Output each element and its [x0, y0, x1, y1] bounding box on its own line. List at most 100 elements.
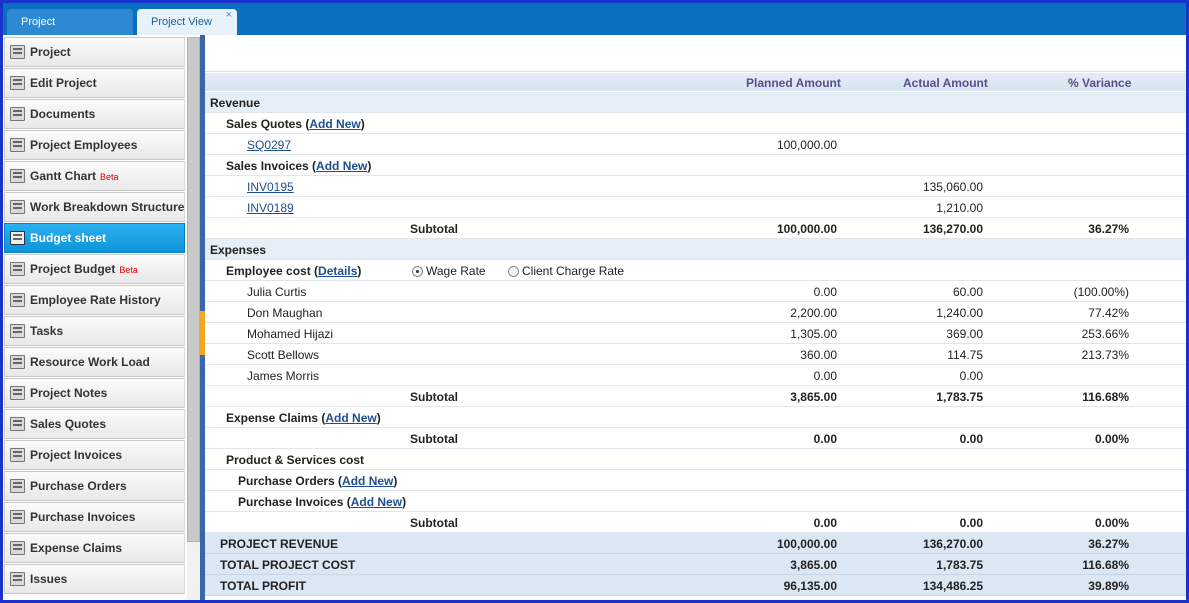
total-label: TOTAL PROJECT COST [220, 558, 356, 572]
actual-cell: 134,486.25 [922, 579, 983, 593]
employee-name: Don Maughan [247, 306, 323, 320]
sidebar-item-label: Project Employees [30, 138, 138, 152]
employees-icon [10, 138, 25, 152]
employee-name: Julia Curtis [247, 285, 307, 299]
sidebar-scrollbar-thumb[interactable] [187, 37, 200, 542]
actual-cell: 1,783.75 [936, 558, 983, 572]
actual-cell: 0.00 [959, 369, 983, 383]
actual-cell: 1,210.00 [936, 201, 983, 215]
section-row-revenue: Revenue [205, 92, 1186, 113]
variance-cell: 39.89% [1088, 579, 1129, 593]
subtotal-label: Subtotal [410, 432, 458, 446]
sales-quotes-icon [10, 417, 25, 431]
workload-icon [10, 355, 25, 369]
sidebar-item-project-employees[interactable]: Project Employees [4, 130, 185, 160]
variance-cell: 36.27% [1088, 537, 1129, 551]
group-label: Sales Invoices ( [226, 159, 317, 173]
variance-cell: 116.68% [1082, 558, 1129, 572]
add-expense-claim-link[interactable]: Add New [325, 411, 376, 425]
sidebar-item-label: Purchase Invoices [30, 510, 136, 524]
sidebar-item-label: Tasks [30, 324, 64, 338]
radio-unselected-icon[interactable] [508, 266, 519, 277]
section-label: Revenue [210, 96, 261, 110]
issues-icon [10, 572, 25, 586]
variance-cell: 116.68% [1082, 390, 1129, 404]
group-row-product-services: Product & Services cost [205, 449, 1186, 470]
sidebar-item-gantt-chart[interactable]: Gantt Chart Beta [4, 161, 185, 191]
planned-cell: 0.00 [813, 369, 837, 383]
sidebar-item-resource-work-load[interactable]: Resource Work Load [4, 347, 185, 377]
variance-cell: 213.73% [1081, 348, 1129, 362]
close-icon[interactable]: × [226, 3, 232, 28]
planned-cell: 360.00 [800, 348, 837, 362]
variance-cell: 77.42% [1088, 306, 1129, 320]
group-row-purchase-orders: Purchase Orders (Add New) [205, 470, 1186, 491]
sidebar-item-label: Expense Claims [30, 541, 123, 555]
subtotal-row-employee-cost: Subtotal 3,865.00 1,783.75 116.68% [205, 386, 1186, 407]
group-row-purchase-invoices: Purchase Invoices (Add New) [205, 491, 1186, 512]
documents-icon [10, 107, 25, 121]
sidebar-item-tasks[interactable]: Tasks [4, 316, 185, 346]
sidebar-item-project[interactable]: Project [4, 37, 185, 67]
subtotal-row-expense-claims: Subtotal 0.00 0.00 0.00% [205, 428, 1186, 449]
wage-rate-option[interactable]: Wage Rate [412, 264, 486, 278]
tab-project-view[interactable]: Project View × [137, 9, 237, 35]
group-row-expense-claims: Expense Claims (Add New) [205, 407, 1186, 428]
planned-cell: 1,305.00 [790, 327, 837, 341]
total-row-project-cost: TOTAL PROJECT COST 3,865.00 1,783.75 116… [205, 554, 1186, 575]
sidebar-item-sales-quotes[interactable]: Sales Quotes [4, 409, 185, 439]
actual-cell: 1,783.75 [936, 390, 983, 404]
sidebar-item-purchase-invoices[interactable]: Purchase Invoices [4, 502, 185, 532]
total-row-profit: TOTAL PROFIT 96,135.00 134,486.25 39.89% [205, 575, 1186, 596]
header-variance: % Variance [1068, 76, 1132, 90]
sidebar-item-issues[interactable]: Issues [4, 564, 185, 594]
planned-cell: 100,000.00 [776, 222, 837, 236]
planned-cell: 0.00 [813, 516, 837, 530]
employee-cost-details-link[interactable]: Details [318, 264, 357, 278]
client-charge-rate-option[interactable]: Client Charge Rate [508, 264, 624, 278]
sidebar-item-documents[interactable]: Documents [4, 99, 185, 129]
radio-selected-icon[interactable] [412, 266, 423, 277]
sidebar-item-label: Issues [30, 572, 68, 586]
sales-invoice-link[interactable]: INV0189 [247, 201, 294, 215]
add-purchase-invoice-link[interactable]: Add New [351, 495, 402, 509]
add-sales-quote-link[interactable]: Add New [309, 117, 360, 131]
subtotal-label: Subtotal [410, 516, 458, 530]
add-sales-invoice-link[interactable]: Add New [316, 159, 367, 173]
table-row: James Morris 0.00 0.00 [205, 365, 1186, 386]
sidebar-item-employee-rate-history[interactable]: Employee Rate History [4, 285, 185, 315]
actual-cell: 136,270.00 [922, 222, 983, 236]
sidebar-item-wbs[interactable]: Work Breakdown Structure [4, 192, 185, 222]
rate-history-icon [10, 293, 25, 307]
purchase-invoices-icon [10, 510, 25, 524]
tab-label: Project View [151, 16, 212, 28]
planned-cell: 3,865.00 [790, 558, 837, 572]
group-label: Purchase Orders ( [238, 474, 343, 488]
client-charge-rate-label: Client Charge Rate [522, 264, 625, 278]
subtotal-row-product-services: Subtotal 0.00 0.00 0.00% [205, 512, 1186, 533]
sidebar-item-label: Work Breakdown Structure [30, 200, 185, 214]
sidebar-item-project-budget[interactable]: Project Budget Beta [4, 254, 185, 284]
sidebar-item-project-notes[interactable]: Project Notes [4, 378, 185, 408]
sales-invoice-link[interactable]: INV0195 [247, 180, 294, 194]
sales-quote-link[interactable]: SQ0297 [247, 138, 291, 152]
sidebar-item-expense-claims[interactable]: Expense Claims [4, 533, 185, 563]
app-window: Project Management Project View × Projec… [0, 0, 1189, 603]
group-label-close: ) [376, 411, 381, 425]
sidebar-item-edit-project[interactable]: Edit Project [4, 68, 185, 98]
group-row-employee-cost: Employee cost (Details) Wage Rate Client… [205, 260, 1186, 281]
variance-cell: (100.00%) [1073, 285, 1129, 299]
sidebar-item-label: Sales Quotes [30, 417, 107, 431]
sidebar-item-purchase-orders[interactable]: Purchase Orders [4, 471, 185, 501]
add-purchase-order-link[interactable]: Add New [342, 474, 393, 488]
tab-project-management[interactable]: Project Management [7, 9, 133, 54]
group-label-close: ) [367, 159, 372, 173]
sidebar-item-project-invoices[interactable]: Project Invoices [4, 440, 185, 470]
sidebar-item-budget-sheet[interactable]: Budget sheet [4, 223, 185, 253]
beta-badge: Beta [100, 172, 119, 182]
sidebar-item-label: Documents [30, 107, 96, 121]
table-row: Scott Bellows 360.00 114.75 213.73% [205, 344, 1186, 365]
variance-cell: 36.27% [1088, 222, 1129, 236]
sidebar-item-label: Project Budget [30, 262, 116, 276]
planned-cell: 0.00 [813, 432, 837, 446]
